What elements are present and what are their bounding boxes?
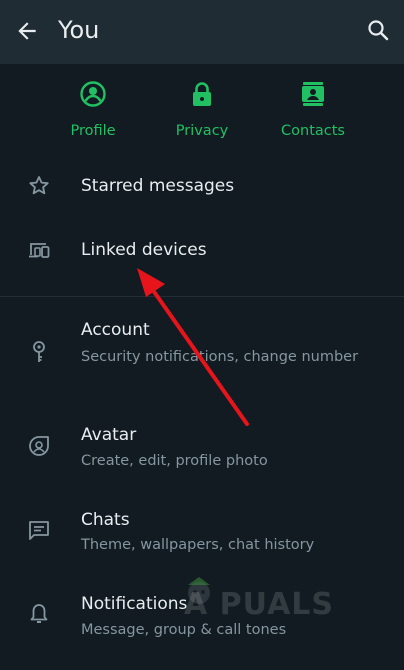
star-icon — [29, 176, 49, 195]
profile-icon — [80, 81, 106, 107]
privacy-button[interactable]: Privacy — [147, 64, 257, 154]
contacts-label: Contacts — [281, 123, 345, 139]
profile-label: Profile — [70, 123, 116, 139]
linked-devices-icon — [29, 243, 50, 258]
starred-messages-item[interactable]: Starred messages — [0, 160, 404, 212]
account-item[interactable]: Account Security notifications, change n… — [0, 312, 404, 396]
account-subtitle: Security notifications, change number — [81, 349, 359, 365]
avatar-item[interactable]: Avatar Create, edit, profile photo — [0, 416, 404, 478]
search-icon[interactable] — [366, 18, 390, 42]
chats-subtitle: Theme, wallpapers, chat history — [81, 537, 315, 553]
key-icon — [33, 341, 45, 362]
app-bar: You — [0, 0, 404, 64]
privacy-label: Privacy — [175, 123, 229, 139]
bell-icon — [30, 604, 48, 623]
linked-devices-label: Linked devices — [81, 240, 207, 260]
contacts-icon — [302, 82, 324, 106]
linked-devices-item[interactable]: Linked devices — [0, 224, 404, 276]
chats-item[interactable]: Chats Theme, wallpapers, chat history — [0, 501, 404, 563]
account-label: Account — [81, 320, 150, 340]
quick-actions: Profile Privacy Contacts — [0, 64, 404, 154]
watermark-text: A PUALS — [184, 587, 335, 622]
back-arrow-icon[interactable] — [14, 18, 40, 44]
section-divider — [0, 296, 404, 297]
chats-label: Chats — [81, 510, 130, 530]
notifications-subtitle: Message, group & call tones — [81, 622, 287, 638]
profile-button[interactable]: Profile — [38, 64, 148, 154]
lock-icon — [193, 82, 211, 106]
avatar-subtitle: Create, edit, profile photo — [81, 453, 268, 469]
page-title: You — [58, 16, 100, 44]
avatar-label: Avatar — [81, 425, 137, 445]
notifications-label: Notifications — [81, 594, 188, 614]
contacts-button[interactable]: Contacts — [258, 64, 368, 154]
chat-icon — [29, 521, 49, 540]
avatar-icon — [29, 436, 49, 456]
starred-messages-label: Starred messages — [81, 176, 235, 196]
